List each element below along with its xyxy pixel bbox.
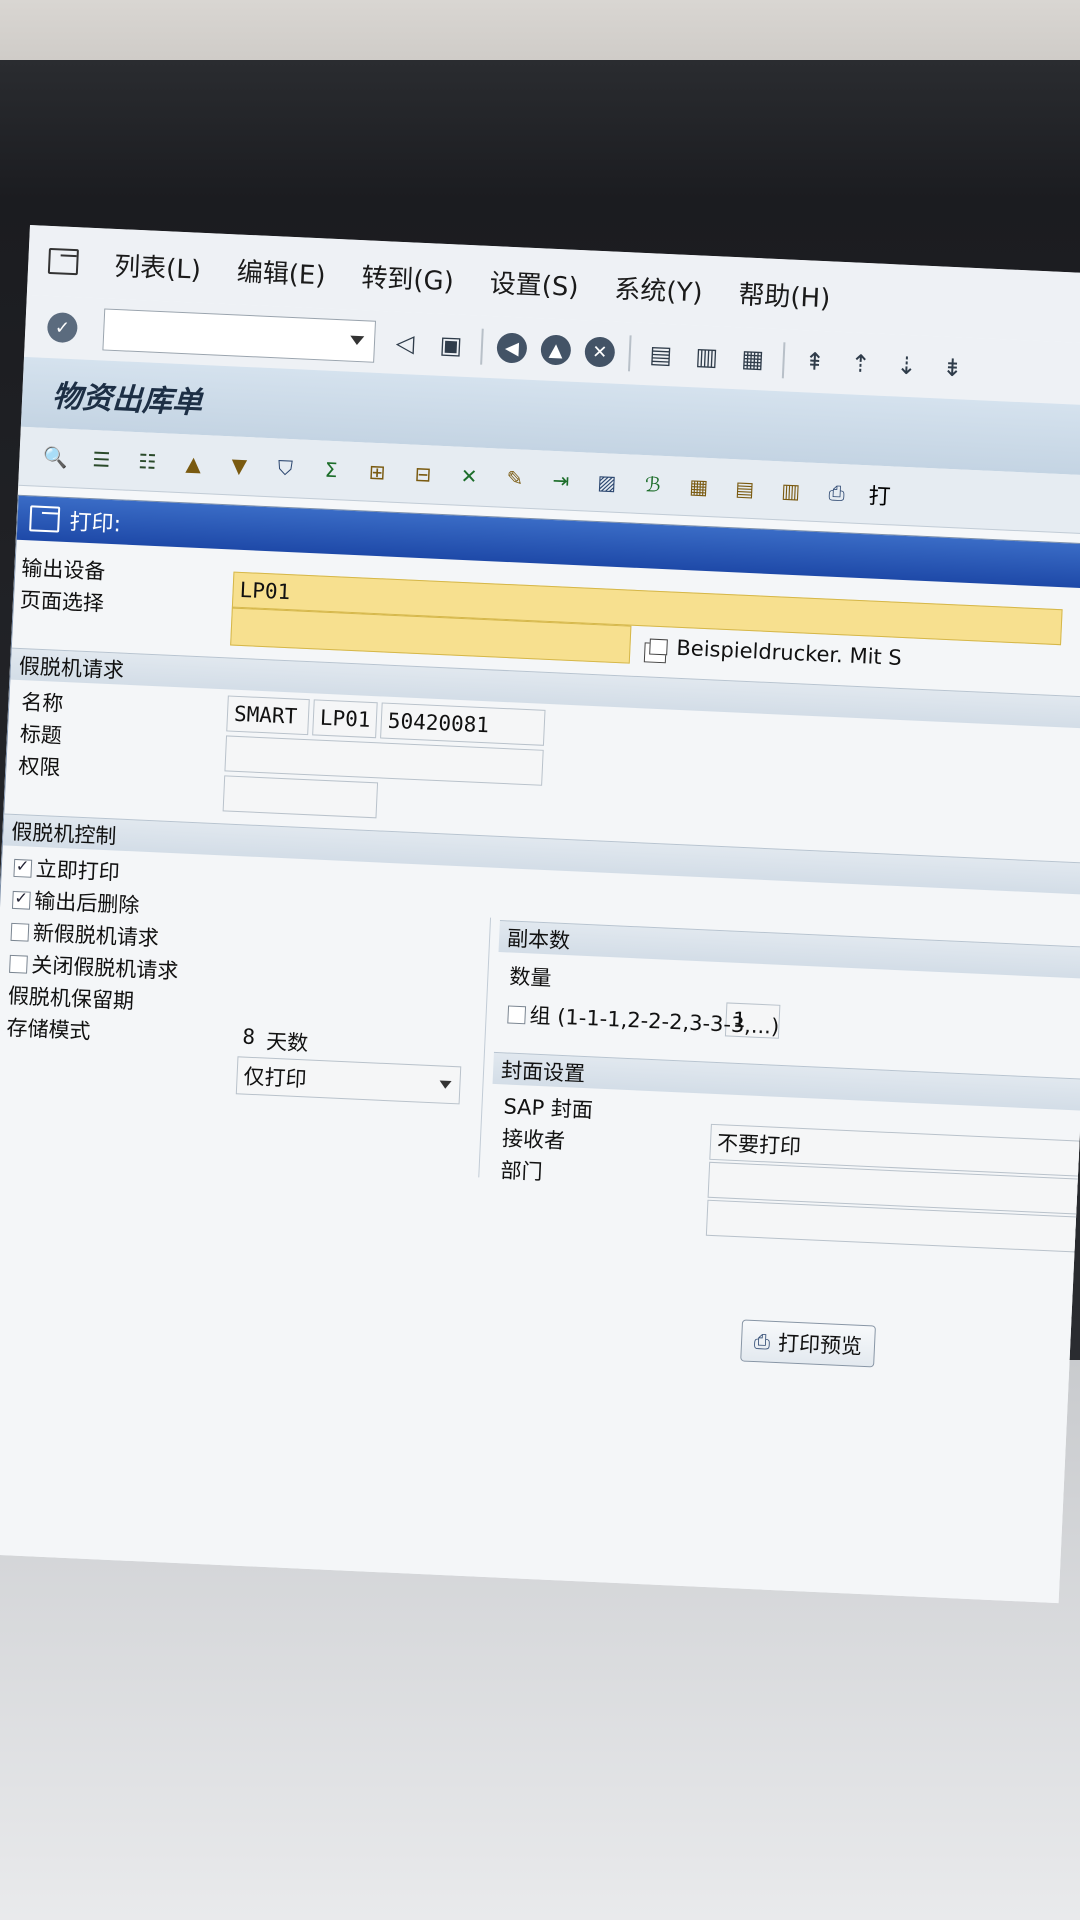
department-label: 部门	[500, 1158, 544, 1185]
retention-label: 假脱机保留期	[7, 983, 135, 1014]
dialog-menu-icon[interactable]	[29, 505, 61, 533]
menu-help[interactable]: 帮助(H)	[738, 274, 831, 315]
first-page-icon[interactable]: ⇞	[798, 345, 831, 378]
menu-goto[interactable]: 转到(G)	[361, 257, 455, 298]
word-processing-icon[interactable]: ✎	[500, 464, 529, 493]
spool-name-part3-value: 50420081	[387, 708, 490, 738]
print-now-label: 立即打印	[35, 856, 121, 885]
delete-after-label: 输出后删除	[33, 888, 140, 918]
printer-description: Beispieldrucker. Mit S	[675, 635, 903, 670]
spool-name-label: 名称	[20, 690, 64, 716]
next-page-icon[interactable]: ⇣	[890, 349, 923, 382]
close-request-label: 关闭假脱机请求	[30, 952, 179, 984]
retention-unit: 天数	[265, 1029, 309, 1056]
delete-after-checkbox[interactable]	[11, 890, 31, 910]
new-request-checkbox[interactable]	[10, 922, 30, 942]
dialog-title: 打印:	[68, 510, 122, 538]
cancel-icon[interactable]: ✕	[584, 336, 616, 368]
spool-name-part1[interactable]: SMART	[226, 695, 310, 736]
chevron-down-icon[interactable]	[439, 1080, 452, 1089]
print-toolbar-icon[interactable]: ⎙	[822, 478, 851, 507]
menu-settings[interactable]: 设置(S)	[489, 262, 579, 303]
exit-icon[interactable]: ▲	[540, 334, 572, 366]
menu-system[interactable]: 系统(Y)	[614, 268, 704, 309]
last-page-icon[interactable]: ⇟	[936, 351, 969, 384]
page-select-label: 页面选择	[19, 587, 105, 616]
filter-icon[interactable]: ⛉	[271, 453, 300, 482]
sap-cover-label: SAP 封面	[502, 1094, 594, 1123]
save-icon[interactable]: ▣	[434, 329, 467, 362]
sap-cover-value: 不要打印	[716, 1131, 802, 1159]
spool-auth-label: 权限	[17, 754, 61, 780]
menu-edit[interactable]: 编辑(E)	[236, 251, 326, 292]
command-field[interactable]	[102, 308, 377, 363]
recipient-label: 接收者	[501, 1126, 566, 1154]
delete-after-option[interactable]: 输出后删除	[11, 884, 140, 920]
group-label: 组 (1-1-1,2-2-2,3-3-3,...)	[529, 1003, 780, 1039]
find-icon[interactable]: ▥	[690, 340, 723, 373]
export-excel-icon[interactable]: ✕	[454, 462, 483, 491]
print-icon[interactable]: ▤	[644, 338, 677, 371]
output-device-value: LP01	[239, 577, 291, 605]
spool-name-part1-value: SMART	[233, 701, 298, 729]
print-preview-button[interactable]: ⎙ 打印预览	[740, 1319, 876, 1368]
sort-ascending-icon[interactable]: ▲	[179, 449, 208, 478]
sort-descending-icon[interactable]: ▼	[225, 451, 254, 480]
spool-control-header: 假脱机控制	[2, 813, 1080, 895]
sap-window: 列表(L) 编辑(E) 转到(G) 设置(S) 系统(Y) 帮助(H) ✓ ◁ …	[0, 225, 1080, 1604]
find-next-icon[interactable]: ▦	[736, 342, 769, 375]
spool-title-label: 标题	[19, 722, 63, 748]
new-request-option[interactable]: 新假脱机请求	[10, 916, 159, 953]
menu-list[interactable]: 列表(L)	[113, 245, 202, 286]
collapse-icon[interactable]: ⊟	[408, 459, 437, 488]
subtotal-icon[interactable]: ⊞	[363, 457, 392, 486]
print-dialog: 打印: 输出设备 页面选择 LP01 Beispieldrucker. Mit …	[0, 494, 1080, 1604]
previous-page-icon[interactable]: ⇡	[844, 347, 877, 380]
print-now-option[interactable]: 立即打印	[13, 852, 120, 887]
close-request-option[interactable]: 关闭假脱机请求	[9, 948, 179, 986]
save-layout-icon[interactable]: ▥	[776, 476, 805, 505]
deselect-all-icon[interactable]: ☷	[133, 447, 162, 476]
sum-icon[interactable]: Σ	[317, 455, 346, 484]
toolbar-separator	[781, 342, 786, 379]
storage-mode-value: 仅打印	[243, 1064, 308, 1092]
close-request-checkbox[interactable]	[9, 954, 28, 974]
spool-name-part2-value: LP01	[319, 705, 372, 732]
details-icon[interactable]: 🔍	[41, 443, 70, 472]
quantity-label: 数量	[508, 964, 552, 991]
select-all-icon[interactable]: ☰	[87, 445, 116, 474]
back-icon[interactable]: ◀	[496, 332, 528, 364]
graphic-icon[interactable]: ℬ	[638, 470, 667, 499]
choose-layout-icon[interactable]: ▤	[730, 474, 759, 503]
enter-check-icon[interactable]: ✓	[46, 311, 79, 344]
spool-auth-field[interactable]	[222, 775, 379, 819]
print-preview-label: 打印预览	[777, 1331, 863, 1359]
spool-name-part3[interactable]: 50420081	[380, 702, 546, 746]
abc-analysis-icon[interactable]: ▨	[592, 468, 621, 497]
back-arrow-icon[interactable]: ◁	[388, 326, 421, 359]
column-divider	[478, 917, 492, 1178]
toolbar-separator	[480, 328, 484, 365]
copies-header: 副本数	[498, 920, 1080, 979]
print-toolbar-label[interactable]: 打	[868, 478, 891, 511]
new-request-label: 新假脱机请求	[32, 920, 160, 951]
print-preview-icon: ⎙	[753, 1329, 771, 1354]
print-now-checkbox[interactable]	[13, 858, 33, 878]
copy-icon[interactable]	[643, 642, 667, 664]
system-menu-icon[interactable]	[47, 247, 79, 276]
retention-value[interactable]: 8	[242, 1024, 256, 1049]
dropdown-arrow-icon[interactable]	[349, 335, 365, 346]
local-file-icon[interactable]: ⇥	[546, 466, 575, 495]
storage-mode-label: 存储模式	[6, 1015, 92, 1044]
storage-mode-select[interactable]: 仅打印	[235, 1056, 462, 1105]
change-layout-icon[interactable]: ▦	[684, 472, 713, 501]
group-checkbox[interactable]	[507, 1005, 527, 1025]
spool-name-part2[interactable]: LP01	[312, 699, 378, 739]
toolbar-separator	[627, 335, 632, 372]
output-device-label: 输出设备	[20, 555, 106, 584]
